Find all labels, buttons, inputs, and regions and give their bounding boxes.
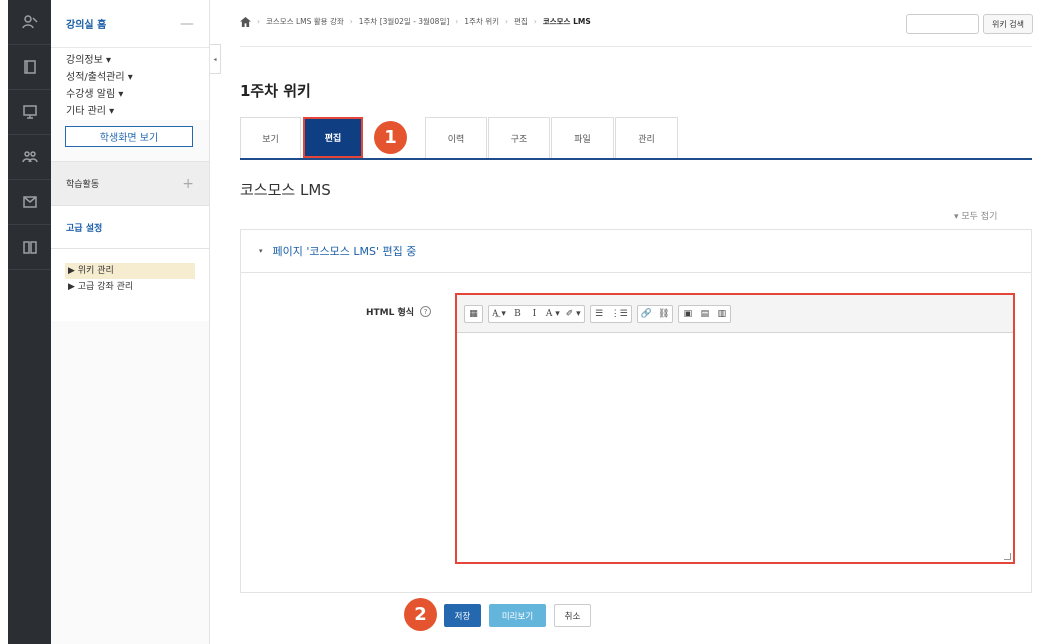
sidebar-item-notifications[interactable]: 수강생 알림 ▾ (66, 86, 209, 103)
student-view-button[interactable]: 학생화면 보기 (65, 126, 193, 147)
step-badge-2: 2 (404, 598, 437, 631)
toolbar-toggle-icon[interactable]: ▦ (465, 306, 482, 322)
editor-content-area[interactable] (457, 333, 1013, 561)
home-icon[interactable] (240, 16, 251, 27)
tab-admin[interactable]: 관리 (615, 117, 678, 158)
collapse-icon[interactable]: — (180, 17, 194, 31)
caret-down-icon[interactable]: ▾ (259, 247, 263, 255)
rail-people-icon[interactable] (8, 135, 51, 180)
wiki-search-input[interactable] (906, 14, 979, 34)
rail-mail-icon[interactable] (8, 180, 51, 225)
resize-handle[interactable] (1004, 553, 1011, 560)
breadcrumb: › 코스모스 LMS 활용 강좌 › 1주차 [3월02일 - 3월08일] ›… (240, 16, 591, 27)
html-editor[interactable]: ▦ A͟ ▾ B I A ▾ ✐ ▾ ☰ ⋮☰ 🔗 ⛓ ▣ ▤ ▥ (455, 293, 1015, 564)
tab-history[interactable]: 이력 (425, 117, 487, 158)
sidebar-item-course-info[interactable]: 강의정보 ▾ (66, 52, 209, 69)
rail-book-icon[interactable] (8, 225, 51, 270)
tab-bar: 보기 편집 이력 구조 파일 관리 (240, 117, 1032, 160)
expand-icon[interactable]: + (182, 176, 194, 192)
video-icon[interactable]: ▥ (713, 306, 730, 322)
tab-view[interactable]: 보기 (240, 117, 301, 158)
italic-icon[interactable]: I (526, 306, 543, 322)
tab-files[interactable]: 파일 (551, 117, 614, 158)
sidebar-menu: 강의정보 ▾ 성적/출석관리 ▾ 수강생 알림 ▾ 기타 관리 ▾ (51, 48, 209, 120)
toolbar-group: ▣ ▤ ▥ (678, 304, 732, 323)
unlink-icon[interactable]: ⛓ (655, 306, 672, 322)
rail-board-icon[interactable] (8, 90, 51, 135)
step-badge-1: 1 (374, 121, 407, 154)
sidebar-home-title[interactable]: 강의실 홈 (66, 16, 106, 31)
breadcrumb-separator: › (455, 17, 459, 26)
bullet-list-icon[interactable]: ☰ (591, 306, 608, 322)
bold-icon[interactable]: B (509, 306, 526, 322)
screen: 강의실 홈 — 강의정보 ▾ 성적/출석관리 ▾ 수강생 알림 ▾ 기타 관리 … (0, 0, 1061, 644)
text-color-icon[interactable]: A ▾ (543, 306, 563, 322)
toolbar-group: 🔗 ⛓ (636, 304, 674, 323)
sidebar-tree: ▶ 위키 관리 ▶ 고급 강좌 관리 (51, 249, 209, 321)
toolbar-group: ☰ ⋮☰ (589, 304, 632, 323)
toolbar-group: ▦ (464, 304, 483, 323)
sidebar: 강의실 홈 — 강의정보 ▾ 성적/출석관리 ▾ 수강생 알림 ▾ 기타 관리 … (51, 0, 210, 644)
wiki-page-title: 코스모스 LMS (240, 181, 331, 199)
toolbar-group: A͟ ▾ B I A ▾ ✐ ▾ (488, 304, 585, 323)
rail-user-icon[interactable] (8, 0, 51, 45)
editor-toolbar: ▦ A͟ ▾ B I A ▾ ✐ ▾ ☰ ⋮☰ 🔗 ⛓ ▣ ▤ ▥ (457, 295, 1013, 333)
image-icon[interactable]: ▣ (679, 306, 696, 322)
sidebar-collapse-tab[interactable]: ◂ (210, 44, 221, 74)
rail-notes-icon[interactable] (8, 45, 51, 90)
wiki-search-button[interactable]: 위키 검색 (983, 14, 1033, 34)
sidebar-home-header[interactable]: 강의실 홈 — (51, 0, 209, 48)
breadcrumb-week[interactable]: 1주차 [3월02일 - 3월08일] (359, 16, 450, 27)
media-icon[interactable]: ▤ (696, 306, 713, 322)
field-label-text: HTML 형식 (366, 308, 415, 318)
font-style-icon[interactable]: A͟ ▾ (489, 306, 509, 322)
breadcrumb-current: 코스모스 LMS (542, 17, 591, 26)
breadcrumb-course[interactable]: 코스모스 LMS 활용 강좌 (266, 16, 344, 27)
tree-item-wiki-admin[interactable]: ▶ 위키 관리 (65, 263, 195, 279)
panel-header[interactable]: ▾ 페이지 '코스모스 LMS' 편집 중 (241, 230, 1031, 273)
breadcrumb-separator: › (533, 17, 537, 26)
breadcrumb-separator: › (257, 17, 260, 26)
breadcrumb-separator: › (349, 17, 353, 26)
sidebar-activities[interactable]: 학습활동 + (51, 161, 209, 205)
breadcrumb-wiki[interactable]: 1주차 위키 (464, 16, 499, 27)
breadcrumb-separator: › (505, 17, 509, 26)
tab-edit[interactable]: 편집 (303, 117, 363, 158)
sidebar-activities-label: 학습활동 (66, 180, 100, 190)
tree-item-course-admin[interactable]: ▶ 고급 강좌 관리 (65, 279, 195, 295)
highlight-icon[interactable]: ✐ ▾ (563, 306, 584, 322)
edit-panel: ▾ 페이지 '코스모스 LMS' 편집 중 HTML 형식 ? ▦ A͟ ▾ B… (240, 229, 1032, 593)
help-icon[interactable]: ? (420, 306, 432, 317)
preview-button[interactable]: 미리보기 (489, 604, 546, 627)
sidebar-item-other[interactable]: 기타 관리 ▾ (66, 103, 209, 120)
html-format-label: HTML 형식 ? (366, 305, 432, 318)
tab-structure[interactable]: 구조 (488, 117, 550, 158)
link-icon[interactable]: 🔗 (638, 306, 655, 322)
page-title: 1주차 위키 (240, 82, 311, 100)
panel-title: 페이지 '코스모스 LMS' 편집 중 (272, 245, 417, 258)
breadcrumb-edit[interactable]: 편집 (514, 16, 528, 27)
sidebar-advanced-settings[interactable]: 고급 설정 (51, 205, 209, 249)
cancel-button[interactable]: 취소 (554, 604, 591, 627)
save-button[interactable]: 저장 (444, 604, 481, 627)
numbered-list-icon[interactable]: ⋮☰ (608, 306, 631, 322)
collapse-all-link[interactable]: ▾ 모두 접기 (954, 209, 997, 222)
sidebar-item-grades[interactable]: 성적/출석관리 ▾ (66, 69, 209, 86)
icon-rail (8, 0, 51, 644)
divider (240, 46, 1032, 47)
